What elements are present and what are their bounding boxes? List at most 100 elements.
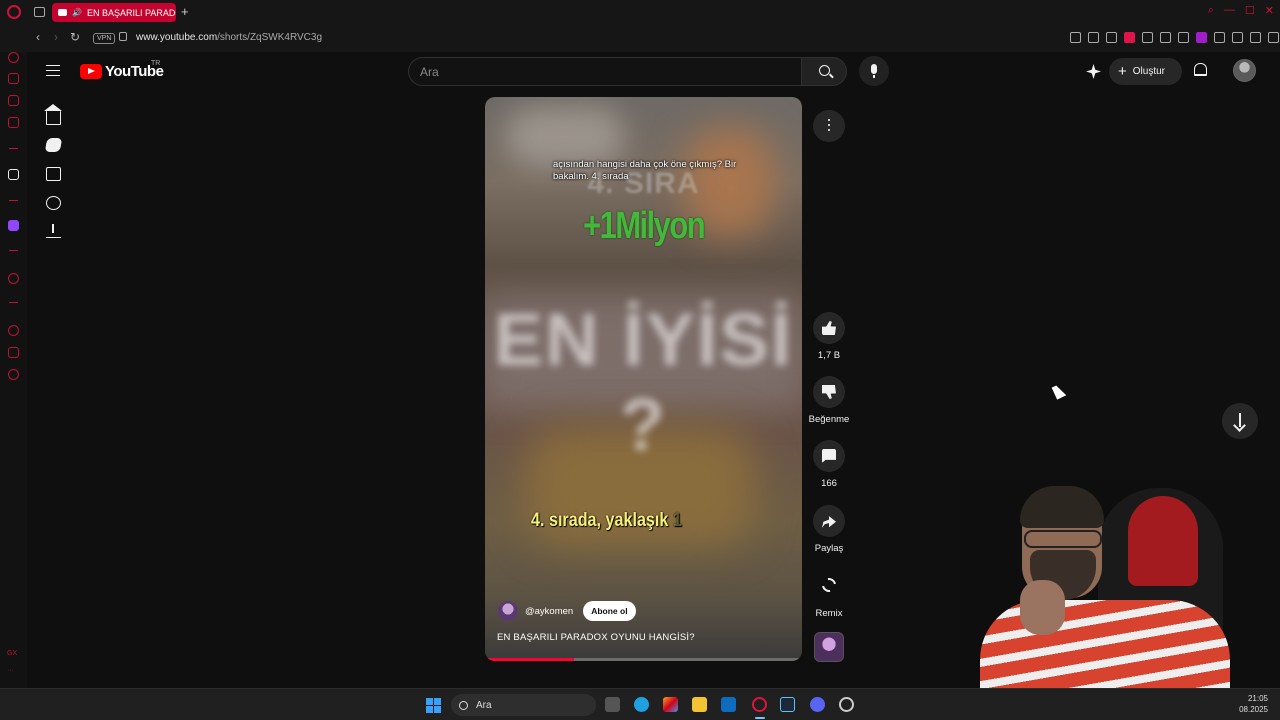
search-input[interactable] [409,58,779,85]
remix-label: Remix [815,608,843,619]
video-overlay-blurred-text: EN İYİSİ ? [493,298,794,466]
browser-tab-active[interactable]: 🔊 EN BAŞARILI PARADO [52,3,176,22]
file-explorer-icon[interactable] [692,697,707,712]
edge-icon[interactable] [634,697,649,712]
sidebar-mail-icon[interactable] [8,117,19,128]
menu-icon[interactable] [1268,32,1279,43]
extension-purple-icon[interactable] [1196,32,1207,43]
opera-logo-icon[interactable] [7,5,21,19]
discord-icon[interactable] [810,697,825,712]
system-app-icon[interactable] [839,697,854,712]
more-options-button[interactable] [813,110,845,142]
sound-source-thumbnail[interactable] [814,632,844,662]
task-view-icon[interactable] [605,697,620,712]
lock-icon[interactable] [119,32,127,41]
puzzle-icon[interactable] [1214,32,1225,43]
video-title[interactable]: EN BAŞARILI PARADOX OYUNU HANGİSİ? [497,632,695,643]
sidebar-player-icon[interactable] [8,273,19,284]
opera-gx-taskbar-icon[interactable] [752,697,767,712]
video-progress-bar[interactable] [485,658,802,661]
gemini-sparkle-icon[interactable] [1086,64,1101,84]
sidebar-bag-icon[interactable] [8,73,19,84]
bookmark-icon[interactable] [1088,32,1099,43]
sidebar-speed-dial-icon[interactable] [8,52,19,63]
next-short-button[interactable] [1222,403,1258,439]
sidebar-news-icon[interactable] [8,95,19,106]
create-button[interactable]: + Oluştur [1109,58,1182,85]
close-window-button[interactable]: ✕ [1265,4,1274,17]
sidebar-gx-label[interactable]: GX [7,650,17,657]
taskbar-search-icon [459,700,468,710]
active-app-indicator [755,717,765,719]
clock-time: 21:05 [1247,694,1268,703]
pocket-icon[interactable] [1124,32,1135,43]
comment-count: 166 [821,478,837,489]
minimize-button[interactable]: — [1224,4,1235,17]
new-tab-button[interactable]: + [181,4,189,19]
subscribe-button[interactable]: Abone ol [583,601,636,621]
remix-button[interactable] [813,569,845,601]
notifications-bell-icon[interactable] [1194,63,1207,76]
microphone-icon [871,64,877,78]
windows-start-icon[interactable] [426,698,441,713]
send-icon[interactable] [1178,32,1189,43]
sidebar-history-icon[interactable] [8,325,19,336]
url-field[interactable]: www.youtube.com/shorts/ZqSWK4RVC3g [136,32,322,43]
forward-button[interactable]: › [54,30,58,44]
back-button[interactable]: ‹ [36,30,40,44]
sidebar-divider [9,250,18,251]
account-avatar[interactable] [1233,59,1256,82]
steam-icon[interactable] [780,697,795,712]
search-tabs-icon[interactable]: ⌕ [1208,4,1214,17]
subscriptions-icon[interactable] [46,167,61,181]
outlook-icon[interactable] [721,697,736,712]
channel-avatar[interactable] [498,601,518,621]
search-button[interactable] [801,57,847,86]
download-icon[interactable] [1250,32,1261,43]
sidebar-settings-icon[interactable] [8,369,19,380]
taskbar-search-label: Ara [476,699,492,711]
sidebar-divider [9,148,18,149]
taskbar-search-box[interactable]: Ara [451,694,596,716]
snapshot-icon[interactable] [1106,32,1117,43]
speaker-icon[interactable]: 🔊 [72,8,82,17]
video-progress-fill [485,658,574,661]
channel-name[interactable]: @aykomen [525,606,573,617]
maximize-button[interactable]: ☐ [1245,4,1255,17]
shorts-icon[interactable] [44,138,63,152]
sidebar-more-icon[interactable]: ··· [7,667,14,674]
hamburger-menu-icon[interactable] [46,65,60,76]
tab-islands-icon[interactable] [34,7,45,17]
voice-search-button[interactable] [859,56,889,86]
home-icon[interactable] [44,104,62,125]
share-button[interactable] [813,505,845,537]
comments-button[interactable] [813,440,845,472]
video-overlay-bottom-text: 4. sırada, yaklaşık 1 [531,510,682,532]
address-bar: ‹ › ↻ VPN www.youtube.com/shorts/ZqSWK4R… [0,24,1280,52]
search-icon [819,65,830,76]
sidebar-extensions-icon[interactable] [8,347,19,358]
you-profile-icon[interactable] [46,196,61,210]
extension-toolbar [1070,32,1279,43]
reload-button[interactable]: ↻ [70,30,80,44]
video-frame-area [505,107,625,167]
sidebar-twitch-icon[interactable] [8,220,19,231]
heart-icon[interactable] [1142,32,1153,43]
channel-row: @aykomen Abone ol [498,601,636,621]
like-button[interactable] [813,312,845,344]
downloads-icon[interactable] [46,224,61,238]
dislike-button[interactable] [813,376,845,408]
short-video-player[interactable]: 4. SIRA açısından hangisi daha çok öne ç… [485,97,802,661]
sidebar-aria-icon[interactable] [8,169,19,180]
play-icon[interactable] [1160,32,1171,43]
taskbar-clock[interactable]: 21:05 08.2025 [1239,693,1268,715]
vpn-badge[interactable]: VPN [93,33,116,44]
copilot-icon[interactable] [663,697,678,712]
browser-tab-bar: 🔊 EN BAŞARILI PARADO + ⌕ — ☐ ✕ [0,0,1280,24]
screen: 🔊 EN BAŞARILI PARADO + ⌕ — ☐ ✕ ‹ › ↻ VPN… [0,0,1280,720]
window-controls: ⌕ — ☐ ✕ [1208,4,1274,17]
clock-date: 08.2025 [1239,705,1268,714]
profile-icon[interactable] [1232,32,1243,43]
zoom-icon[interactable] [1070,32,1081,43]
thumbs-up-icon [822,321,836,335]
